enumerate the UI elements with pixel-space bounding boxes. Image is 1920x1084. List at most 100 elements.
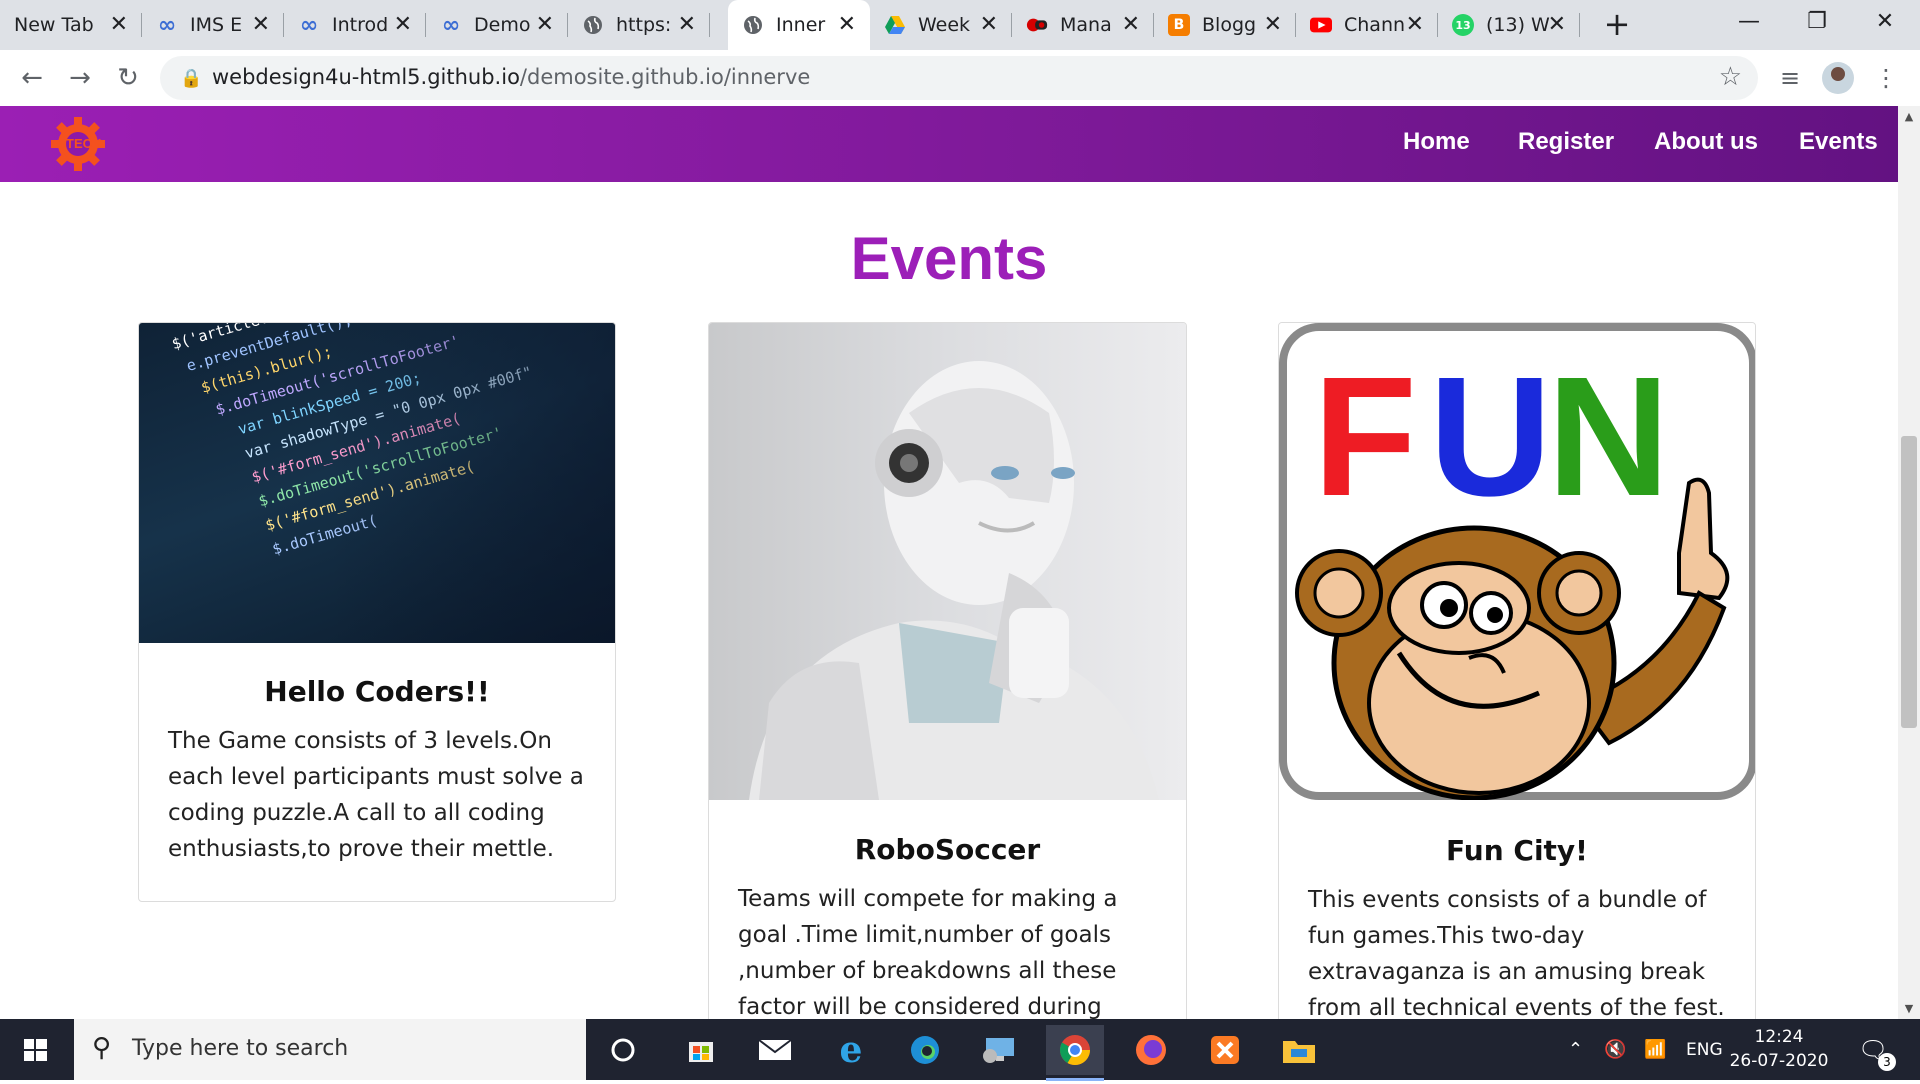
tab-label: Inner [776,14,826,36]
tab-intro[interactable]: ∞ Introd ✕ [284,0,426,50]
language-indicator[interactable]: ENG [1686,1019,1723,1080]
tab-close-icon[interactable]: ✕ [1406,13,1424,37]
tab-close-icon[interactable]: ✕ [980,13,998,37]
event-card-funcity: F U N Fun City! This events consists of … [1278,322,1756,1019]
reload-icon[interactable]: ↻ [110,60,146,96]
globe-icon [582,14,604,36]
event-card-coders: $('article.carousel_item a')e.preventDef… [138,322,616,902]
card-title: Hello Coders!! [264,675,490,708]
nav-home-link[interactable]: Home [1403,128,1470,156]
scrollbar-thumb[interactable] [1901,436,1917,728]
edge-icon[interactable] [896,1025,954,1075]
notification-center-icon[interactable]: 🗨 3 [1858,1019,1896,1080]
scroll-up-arrow-icon[interactable]: ▲ [1898,110,1920,123]
nav-about-link[interactable]: About us [1654,128,1758,156]
infinity-icon: ∞ [157,12,177,38]
page-scrollbar[interactable]: ▲ ▼ [1898,106,1920,1019]
profile-avatar[interactable] [1822,62,1854,94]
tab-https[interactable]: https: ✕ [568,0,710,50]
bookmark-star-icon[interactable]: ☆ [1719,62,1742,92]
media-icon [1026,14,1048,36]
tab-label: New Tab [14,14,94,36]
internet-explorer-icon[interactable]: e [822,1025,880,1075]
event-card-robosoccer: RoboSoccer Teams will compete for making… [708,322,1187,1019]
show-hidden-icons-chevron-icon[interactable]: ⌃ [1568,1019,1583,1080]
volume-muted-icon[interactable]: 🔇 [1604,1019,1626,1080]
menu-kebab-icon[interactable]: ⋮ [1868,60,1904,96]
card-description: The Game consists of 3 levels.On each le… [168,728,584,862]
events-section-title: Events [850,225,1048,292]
page-viewport: TECH Home Register About us Events Event… [0,106,1898,1019]
card-description: This events consists of a bundle of fun … [1308,887,1725,1019]
search-placeholder: Type here to search [132,1036,349,1061]
youtube-icon [1310,14,1332,36]
media-controls-icon[interactable]: ≡ [1772,60,1808,96]
tab-manage[interactable]: Mana ✕ [1012,0,1154,50]
tab-channel[interactable]: Chann ✕ [1296,0,1438,50]
browser-tab-strip: New Tab ✕ ∞ IMS E ✕ ∞ Introd ✕ ∞ Demo ✕ … [0,0,1920,50]
windows-taskbar: ⚲ Type here to search e ⌃ 🔇 📶 ENG 12:24 … [0,1019,1920,1081]
address-bar[interactable]: 🔒 webdesign4u-html5.github.io/demosite.g… [160,56,1758,100]
tab-new-tab[interactable]: New Tab ✕ [0,0,142,50]
infinity-icon: ∞ [441,12,461,38]
code-screen-image: $('article.carousel_item a')e.preventDef… [139,323,615,643]
tab-label: IMS E [190,14,243,36]
clock-date: 26-07-2020 [1729,1051,1829,1071]
firefox-icon[interactable] [1122,1025,1180,1075]
scroll-down-arrow-icon[interactable]: ▼ [1898,1002,1920,1015]
taskbar-clock[interactable]: 12:24 26-07-2020 [1724,1025,1834,1073]
tab-close-icon[interactable]: ✕ [1548,13,1566,37]
card-title: RoboSoccer [854,833,1041,866]
drive-icon [884,14,906,36]
url-text[interactable]: webdesign4u-html5.github.io/demosite.git… [212,65,810,89]
fun-monkey-image: F U N [1279,323,1755,801]
robot-image [709,323,1186,800]
close-window-button[interactable]: ✕ [1852,0,1918,44]
tab-demo[interactable]: ∞ Demo ✕ [426,0,568,50]
browser-toolbar: ← → ↻ 🔒 webdesign4u-html5.github.io/demo… [0,50,1920,107]
tab-close-icon[interactable]: ✕ [1264,13,1282,37]
forward-arrow-icon[interactable]: → [62,60,98,96]
remote-desktop-icon[interactable] [970,1025,1028,1075]
nav-register-link[interactable]: Register [1518,128,1614,156]
tab-label: (13) W [1486,14,1550,36]
start-button[interactable] [0,1019,72,1080]
logo-text: TECH [66,136,102,151]
tab-ims[interactable]: ∞ IMS E ✕ [142,0,284,50]
lock-icon[interactable]: 🔒 [180,68,202,89]
tab-innerve-active[interactable]: Inner ✕ [728,0,870,50]
tech-logo[interactable]: TECH [48,114,108,174]
search-icon: ⚲ [92,1033,112,1063]
back-arrow-icon[interactable]: ← [14,60,50,96]
taskbar-search-box[interactable]: ⚲ Type here to search [74,1019,586,1080]
tab-week[interactable]: Week ✕ [870,0,1012,50]
tab-close-icon[interactable]: ✕ [1122,13,1140,37]
new-tab-button[interactable]: + [1598,8,1636,42]
wifi-icon[interactable]: 📶 [1644,1019,1666,1080]
tab-label: Mana [1060,14,1112,36]
minimize-button[interactable]: — [1716,0,1782,44]
fun-letter-u: U [1429,342,1552,532]
tab-close-icon[interactable]: ✕ [678,13,696,37]
infinity-icon: ∞ [299,12,319,38]
url-host: webdesign4u-html5.github.io [212,65,520,89]
restore-button[interactable]: ❐ [1784,0,1850,44]
nav-events-link[interactable]: Events [1799,128,1878,156]
tab-blogger[interactable]: B Blogg ✕ [1154,0,1296,50]
xampp-icon[interactable] [1196,1025,1254,1075]
tab-close-icon[interactable]: ✕ [394,13,412,37]
tab-label: https: [616,14,672,36]
tab-label: Demo [474,14,531,36]
tab-whatsapp[interactable]: 13 (13) W ✕ [1438,0,1580,50]
tab-close-icon[interactable]: ✕ [536,13,554,37]
tab-close-icon[interactable]: ✕ [838,13,856,37]
chrome-icon[interactable] [1046,1025,1104,1081]
mail-icon[interactable] [746,1025,804,1075]
cortana-icon[interactable] [594,1025,652,1075]
tab-close-icon[interactable]: ✕ [110,13,128,37]
tab-label: Week [918,14,971,36]
whatsapp-icon: 13 [1452,14,1474,36]
tab-close-icon[interactable]: ✕ [252,13,270,37]
file-explorer-icon[interactable] [1270,1025,1328,1075]
store-icon[interactable] [672,1025,730,1075]
